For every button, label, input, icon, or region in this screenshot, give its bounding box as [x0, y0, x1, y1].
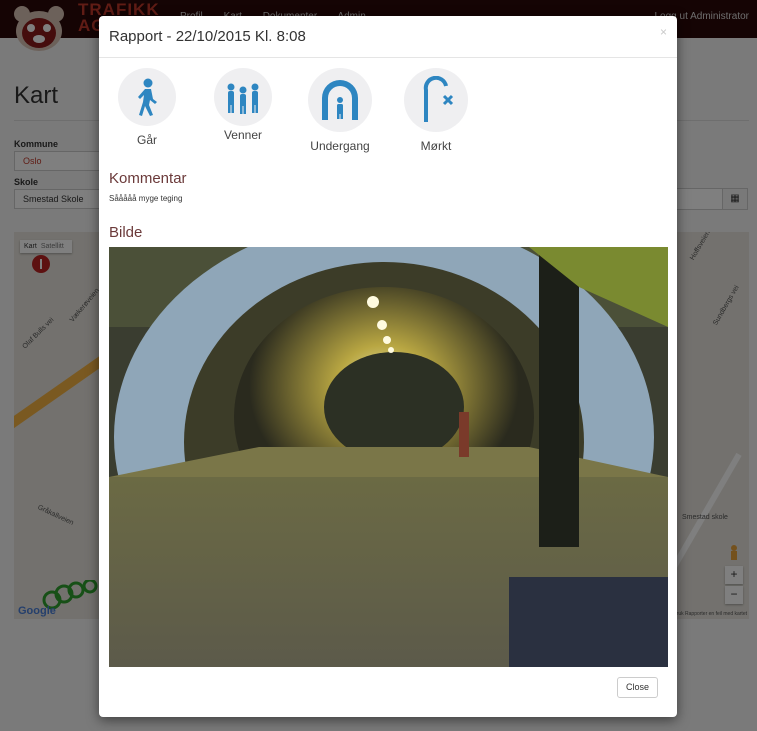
tunnel-photo-image	[109, 247, 668, 667]
category-gar: Går	[107, 68, 187, 147]
dark-streetlight-icon	[404, 68, 468, 132]
group-people-icon	[214, 68, 272, 126]
close-button[interactable]: Close	[617, 677, 658, 698]
comment-heading: Kommentar	[109, 170, 187, 187]
modal-header: Rapport - 22/10/2015 Kl. 8:08 ×	[99, 16, 677, 58]
category-venner: Venner	[203, 68, 283, 142]
category-undergang: Undergang	[300, 68, 380, 153]
report-photo	[109, 247, 668, 667]
category-label: Mørkt	[420, 139, 452, 153]
underpass-icon	[308, 68, 372, 132]
comment-text: Sååååå myge teging	[109, 194, 183, 203]
category-label: Venner	[223, 128, 263, 142]
category-morkt: Mørkt	[396, 68, 476, 153]
walking-person-icon	[118, 68, 176, 126]
close-icon[interactable]: ×	[660, 25, 667, 39]
image-heading: Bilde	[109, 224, 143, 241]
category-label: Går	[136, 133, 157, 147]
category-label: Undergang	[310, 139, 370, 153]
report-modal: Rapport - 22/10/2015 Kl. 8:08 × Går Venn…	[99, 16, 677, 717]
modal-title: Rapport - 22/10/2015 Kl. 8:08	[109, 28, 306, 45]
